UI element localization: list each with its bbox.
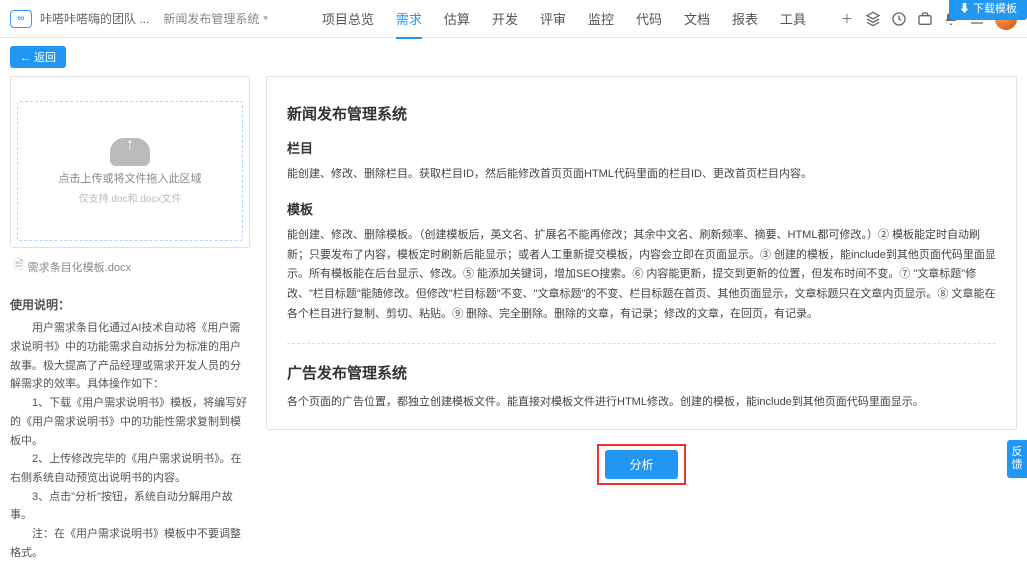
team-name[interactable]: 咔嗒咔嗒嗨的团队 ... xyxy=(40,10,149,27)
tab-tools[interactable]: 工具 xyxy=(780,0,806,38)
plus-icon[interactable]: ＋ xyxy=(839,11,855,27)
tab-develop[interactable]: 开发 xyxy=(492,0,518,38)
tab-estimate[interactable]: 估算 xyxy=(444,0,470,38)
tab-docs[interactable]: 文档 xyxy=(684,0,710,38)
briefcase-icon[interactable] xyxy=(917,11,933,27)
preview-sec2-title: 模板 xyxy=(287,199,996,218)
uploaded-file-name: 需求条目化模板.docx xyxy=(28,259,131,275)
preview-title-1: 新闻发布管理系统 xyxy=(287,103,996,124)
project-selector[interactable]: 新闻发布管理系统 ▾ xyxy=(157,8,274,29)
divider xyxy=(287,343,996,344)
upload-dropzone[interactable]: 点击上传或将文件拖入此区域 仅支持.doc和.docx文件 xyxy=(17,101,243,241)
analyze-row: 分析 xyxy=(266,444,1017,485)
preview-body-2: 各个页面的广告位置，都独立创建模板文件。能直接对模板文件进行HTML修改。创建的… xyxy=(287,393,996,413)
preview-sec1-body: 能创建、修改、删除栏目。获取栏目ID，然后能修改首页页面HTML代码里面的栏目I… xyxy=(287,165,996,185)
main: ⬇ 下载模板 点击上传或将文件拖入此区域 仅支持.doc和.docx文件 🗎 需… xyxy=(0,76,1027,582)
instructions: 使用说明： 用户需求条目化通过AI技术自动将《用户需求说明书》中的功能需求自动拆… xyxy=(10,295,250,562)
tab-overview[interactable]: 项目总览 xyxy=(322,0,374,38)
upload-text: 点击上传或将文件拖入此区域 xyxy=(59,170,202,186)
cloud-upload-icon xyxy=(110,138,150,166)
preview-sec1-title: 栏目 xyxy=(287,138,996,157)
upload-hint: 仅支持.doc和.docx文件 xyxy=(79,190,182,205)
clock-icon[interactable] xyxy=(891,11,907,27)
chevron-down-icon: ▾ xyxy=(263,13,268,24)
back-row: ← 返回 xyxy=(0,38,1027,76)
back-button[interactable]: ← 返回 xyxy=(10,46,66,68)
preview-box: 新闻发布管理系统 栏目 能创建、修改、删除栏目。获取栏目ID，然后能修改首页页面… xyxy=(266,76,1017,430)
instructions-step-2: 2、上传修改完毕的《用户需求说明书》。在右侧系统自动预览出说明书的内容。 xyxy=(10,450,250,487)
analyze-highlight: 分析 xyxy=(597,444,685,485)
project-name: 新闻发布管理系统 xyxy=(163,10,259,27)
nav-tabs: 项目总览 需求 估算 开发 评审 监控 代码 文档 报表 工具 xyxy=(322,0,831,38)
instructions-title: 使用说明： xyxy=(10,295,250,315)
file-icon: 🗎 xyxy=(14,256,24,277)
tab-monitor[interactable]: 监控 xyxy=(588,0,614,38)
left-panel: ⬇ 下载模板 点击上传或将文件拖入此区域 仅支持.doc和.docx文件 🗎 需… xyxy=(10,76,250,562)
analyze-button[interactable]: 分析 xyxy=(605,450,677,479)
right-panel: 新闻发布管理系统 栏目 能创建、修改、删除栏目。获取栏目ID，然后能修改首页页面… xyxy=(266,76,1017,562)
instructions-step-3: 3、点击"分析"按钮，系统自动分解用户故事。 xyxy=(10,488,250,525)
instructions-intro: 用户需求条目化通过AI技术自动将《用户需求说明书》中的功能需求自动拆分为标准的用… xyxy=(10,319,250,394)
preview-title-2: 广告发布管理系统 xyxy=(287,362,996,383)
tab-requirements[interactable]: 需求 xyxy=(396,0,422,38)
feedback-tab[interactable]: 反馈 xyxy=(1007,440,1027,478)
instructions-step-1: 1、下载《用户需求说明书》模板，将编写好的《用户需求说明书》中的功能性需求复制到… xyxy=(10,394,250,450)
stack-icon[interactable] xyxy=(865,11,881,27)
download-template-wrap: ⬇ 下载模板 xyxy=(949,0,1027,20)
instructions-note: 注：在《用户需求说明书》模板中不要调整格式。 xyxy=(10,525,250,562)
tab-review[interactable]: 评审 xyxy=(540,0,566,38)
tab-code[interactable]: 代码 xyxy=(636,0,662,38)
tab-reports[interactable]: 报表 xyxy=(732,0,758,38)
uploaded-file[interactable]: 🗎 需求条目化模板.docx xyxy=(10,254,250,279)
upload-wrap: 点击上传或将文件拖入此区域 仅支持.doc和.docx文件 xyxy=(10,76,250,248)
preview-sec2-body: 能创建、修改、删除模板。（创建模板后，英文名、扩展名不能再修改；其余中文名、刷新… xyxy=(287,226,996,325)
download-template-button[interactable]: ⬇ 下载模板 xyxy=(949,0,1027,20)
logo-icon[interactable]: ∞ xyxy=(10,10,32,28)
top-bar: ∞ 咔嗒咔嗒嗨的团队 ... 新闻发布管理系统 ▾ 项目总览 需求 估算 开发 … xyxy=(0,0,1027,38)
